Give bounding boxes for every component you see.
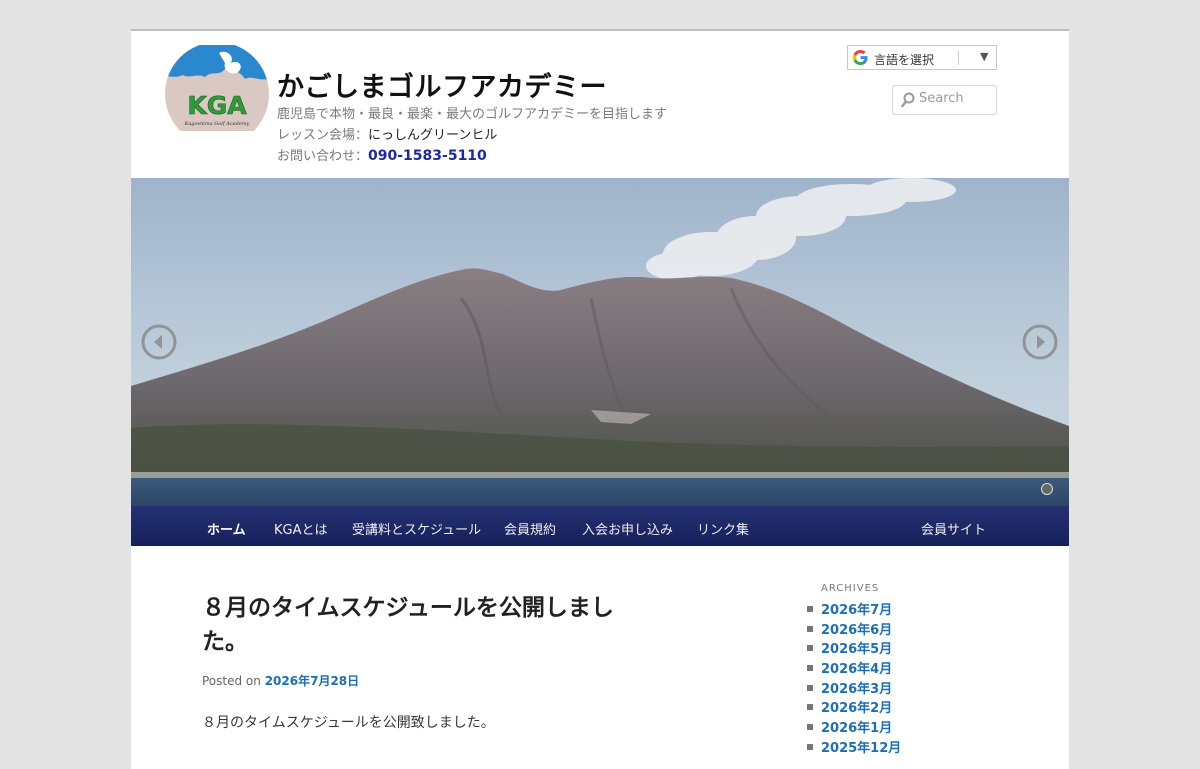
contact-label: お問い合わせ：	[277, 149, 369, 164]
posted-label: Posted on	[202, 674, 261, 688]
nav-item-member-site[interactable]: 会員サイト	[921, 519, 986, 538]
nav-item-fees-schedule[interactable]: 受講料とスケジュール	[352, 519, 481, 538]
page: KGA Kagoshima Golf Academy かごしまゴルフアカデミー …	[131, 29, 1069, 769]
phone-number[interactable]: 090-1583-5110	[368, 148, 487, 164]
venue-line: レッスン会場：にっしんグリーンヒル	[277, 124, 497, 143]
search-input[interactable]	[919, 91, 993, 106]
archive-link[interactable]: 2026年2月	[807, 697, 901, 717]
language-select-label: 言語を選択	[874, 53, 935, 67]
header-slideshow	[131, 178, 1069, 506]
archives-list: 2026年7月 2026年6月 2026年5月 2026年4月 2026年3月 …	[807, 599, 901, 757]
divider	[958, 51, 959, 65]
site-title[interactable]: かごしまゴルフアカデミー	[277, 65, 607, 104]
contact-line: お問い合わせ：090-1583-5110	[277, 145, 487, 164]
post-title[interactable]: ８月のタイムスケジュールを公開しました。	[202, 591, 652, 659]
post-content: ８月のタイムスケジュールを公開致しました。	[202, 715, 495, 731]
dropdown-arrow-icon: ▼	[980, 50, 989, 63]
slider-dot[interactable]	[1041, 483, 1053, 495]
sakurajima-volcano-image	[131, 178, 1069, 506]
archive-link[interactable]: 2026年6月	[807, 619, 901, 639]
archives-heading: ARCHIVES	[821, 583, 880, 594]
main-navigation: ホーム KGAとは 受講料とスケジュール 会員規約 入会お申し込み リンク集 会…	[131, 506, 1069, 546]
logo-text: KGA	[187, 91, 247, 120]
logo-subtext: Kagoshima Golf Academy	[184, 121, 250, 127]
nav-item-links[interactable]: リンク集	[697, 519, 749, 538]
nav-item-about[interactable]: KGAとは	[274, 519, 328, 538]
venue-label: レッスン会場：	[277, 128, 369, 143]
archive-link[interactable]: 2026年4月	[807, 658, 901, 678]
post-meta: Posted on 2026年7月28日	[202, 672, 359, 689]
language-select[interactable]: 言語を選択 ▼	[847, 45, 997, 70]
archive-link[interactable]: 2026年1月	[807, 717, 901, 737]
slider-next-icon[interactable]	[1022, 324, 1058, 360]
venue-value: にっしんグリーンヒル	[368, 128, 498, 143]
archive-link[interactable]: 2026年3月	[807, 678, 901, 698]
site-description: 鹿児島で本物・最良・最楽・最大のゴルフアカデミーを目指します	[277, 107, 668, 122]
search-icon	[901, 92, 915, 108]
google-g-icon	[852, 49, 868, 66]
archive-link[interactable]: 2026年7月	[807, 599, 901, 619]
nav-item-member-rules[interactable]: 会員規約	[504, 519, 556, 538]
nav-item-home[interactable]: ホーム	[207, 519, 246, 538]
post-date-link[interactable]: 2026年7月28日	[265, 674, 359, 688]
archive-link[interactable]: 2026年5月	[807, 638, 901, 658]
site-logo[interactable]: KGA Kagoshima Golf Academy	[165, 45, 269, 131]
archive-link[interactable]: 2025年12月	[807, 737, 901, 757]
slider-prev-icon[interactable]	[141, 324, 177, 360]
nav-item-join[interactable]: 入会お申し込み	[582, 519, 673, 538]
search-box[interactable]	[892, 85, 997, 115]
